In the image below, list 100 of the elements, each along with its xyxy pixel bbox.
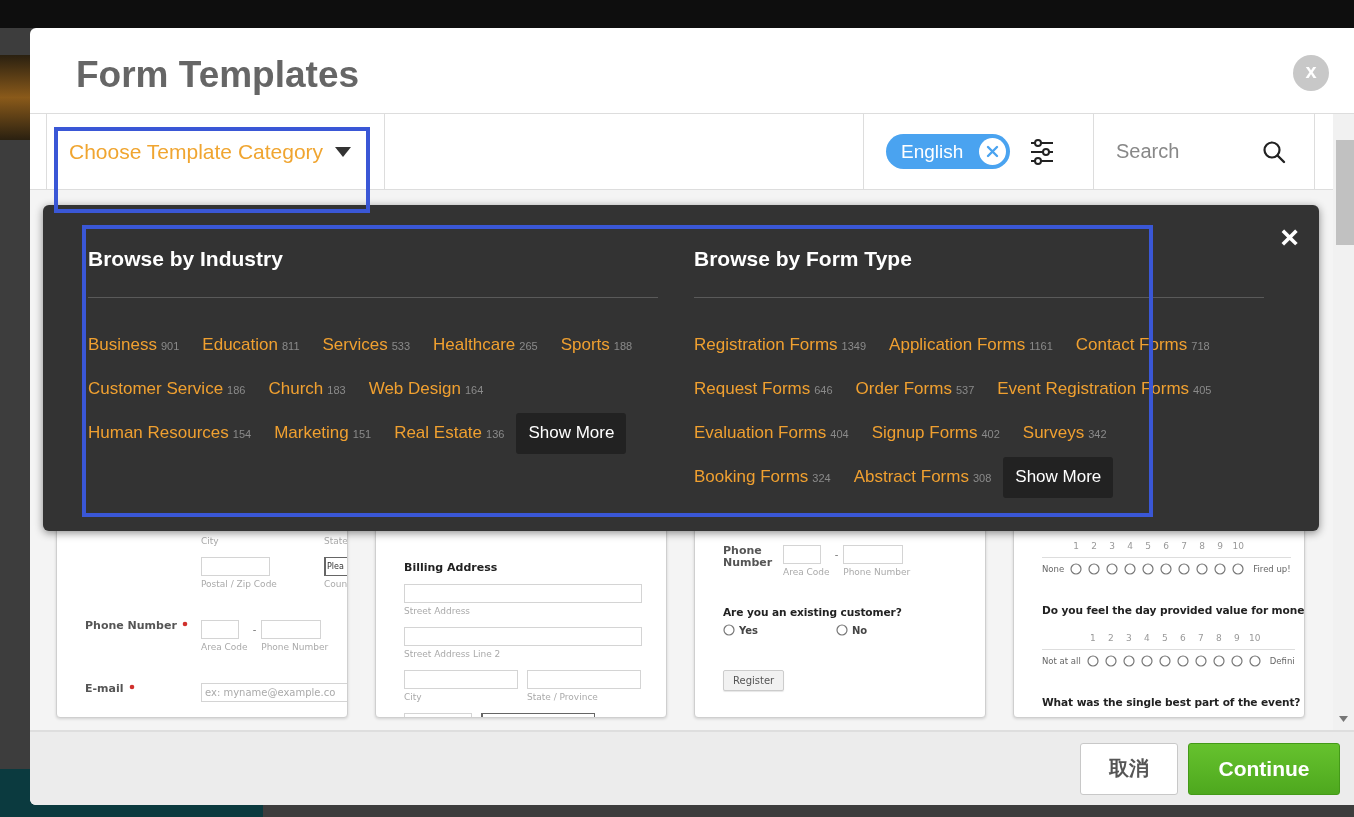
scale-number: 6 (1162, 540, 1171, 553)
radio-button[interactable] (1176, 655, 1189, 667)
scroll-thumb[interactable] (1336, 140, 1354, 245)
radio-button[interactable] (1140, 655, 1153, 667)
radio-button[interactable] (1230, 655, 1243, 667)
category-link[interactable]: Request Forms 646 (694, 379, 833, 399)
field-caption: Postal / Zip Code (201, 579, 277, 590)
form-button[interactable]: Register (723, 670, 785, 691)
category-link[interactable]: Surveys 342 (1022, 423, 1107, 443)
field-caption: Coun (324, 579, 347, 590)
category-link[interactable]: Web Design 164 (368, 379, 484, 399)
radio-button[interactable] (1158, 655, 1171, 667)
field-caption: Phone Number (261, 642, 329, 653)
clear-icon[interactable] (979, 138, 1007, 165)
cancel-button[interactable]: 取消 (1080, 742, 1178, 795)
section-heading: Browse by Form Type (694, 247, 913, 271)
scrollbar[interactable] (1333, 113, 1354, 730)
scale-number: 8 (1214, 632, 1223, 645)
scale-number: 6 (1178, 632, 1187, 645)
section-heading: Browse by Industry (88, 247, 284, 271)
separator: - (251, 623, 258, 637)
radio-button[interactable] (1088, 563, 1101, 575)
category-link[interactable]: Abstract Forms 308 (853, 467, 992, 487)
scale-number: 10 (1248, 632, 1262, 645)
scale-number: 1 (1088, 632, 1097, 645)
radio-button[interactable] (1070, 563, 1083, 575)
category-link[interactable]: Customer Service 186 (88, 379, 246, 399)
input-field[interactable] (201, 620, 239, 639)
show-more-button[interactable]: Show More (1003, 456, 1114, 498)
input-field[interactable]: ex: myname@example.co (201, 683, 347, 702)
category-link[interactable]: Signup Forms 402 (871, 423, 1000, 443)
filter-icon[interactable] (1030, 138, 1055, 165)
field-caption: Street Address Line 2 (404, 649, 501, 660)
scale-number: 3 (1124, 632, 1133, 645)
field-caption: Area Code (201, 642, 248, 653)
option-label: No (852, 624, 868, 636)
field-caption: City (404, 692, 422, 703)
scale-number: 2 (1106, 632, 1115, 645)
radio-button[interactable] (1160, 563, 1173, 575)
field-caption: State (324, 536, 347, 547)
scale-label: Defini (1268, 655, 1295, 668)
radio-button[interactable] (1212, 655, 1225, 667)
radio-button[interactable] (1122, 655, 1135, 667)
radio-button[interactable] (1106, 563, 1119, 575)
radio-button[interactable] (1104, 655, 1117, 667)
input-field[interactable] (404, 584, 642, 603)
field-caption: Area Code (783, 567, 830, 578)
radio-button[interactable] (836, 624, 848, 636)
radio-button[interactable] (1124, 563, 1137, 575)
show-more-button[interactable]: Show More (516, 412, 627, 454)
scale-number: 2 (1090, 540, 1099, 553)
scale-number: 4 (1126, 540, 1135, 553)
category-link[interactable]: Church 183 (268, 379, 346, 399)
category-link[interactable]: Marketing 151 (274, 423, 372, 443)
scale-number: 9 (1232, 632, 1241, 645)
category-link[interactable]: Registration Forms 1349 (694, 335, 867, 355)
field-caption: City (201, 536, 219, 547)
input-field[interactable] (783, 545, 821, 564)
scale-number: 7 (1180, 540, 1189, 553)
scale-number: 7 (1196, 632, 1205, 645)
input-field[interactable] (201, 557, 270, 576)
category-link[interactable]: Real Estate 136 (394, 423, 505, 443)
scale-number: 3 (1108, 540, 1117, 553)
radio-button[interactable] (1086, 655, 1099, 667)
category-link[interactable]: Healthcare 265 (433, 335, 538, 355)
radio-button[interactable] (1196, 563, 1209, 575)
close-button[interactable]: × (1280, 221, 1299, 253)
category-link[interactable]: Sports 188 (560, 335, 633, 355)
category-link[interactable]: Evaluation Forms 404 (694, 423, 849, 443)
section-heading: Billing Address (404, 561, 499, 574)
scale-number: 1 (1072, 540, 1081, 553)
input-field[interactable] (843, 545, 904, 564)
input-field[interactable] (527, 670, 641, 689)
radio-button[interactable] (1214, 563, 1227, 575)
radio-button[interactable] (1178, 563, 1191, 575)
category-link[interactable]: Human Resources 154 (88, 423, 252, 443)
category-link[interactable]: Services 533 (322, 335, 411, 355)
category-link[interactable]: Order Forms 537 (855, 379, 975, 399)
category-link[interactable]: Application Forms 1161 (889, 335, 1053, 355)
separator: - (833, 548, 840, 562)
radio-button[interactable] (723, 624, 735, 636)
caret-icon (335, 146, 352, 157)
scale-number: 9 (1216, 540, 1225, 553)
search-icon[interactable] (1262, 139, 1286, 164)
radio-button[interactable] (1142, 563, 1155, 575)
scroll-down-icon[interactable] (1339, 716, 1348, 722)
scale-number: 5 (1160, 632, 1169, 645)
radio-button[interactable] (1248, 655, 1261, 667)
category-link[interactable]: Booking Forms 324 (694, 467, 831, 487)
question-text: Do you feel the day provided value for mone (1042, 604, 1304, 617)
category-link[interactable]: Business 901 (88, 335, 180, 355)
category-link[interactable]: Education 811 (202, 335, 300, 355)
scale-number: 8 (1198, 540, 1207, 553)
radio-button[interactable] (1194, 655, 1207, 667)
radio-button[interactable] (1232, 563, 1245, 575)
input-field[interactable] (404, 670, 518, 689)
option-label: Yes (739, 624, 759, 636)
scale-label: Fired up! (1252, 563, 1291, 576)
input-field[interactable] (404, 627, 642, 646)
input-field[interactable] (261, 620, 322, 639)
